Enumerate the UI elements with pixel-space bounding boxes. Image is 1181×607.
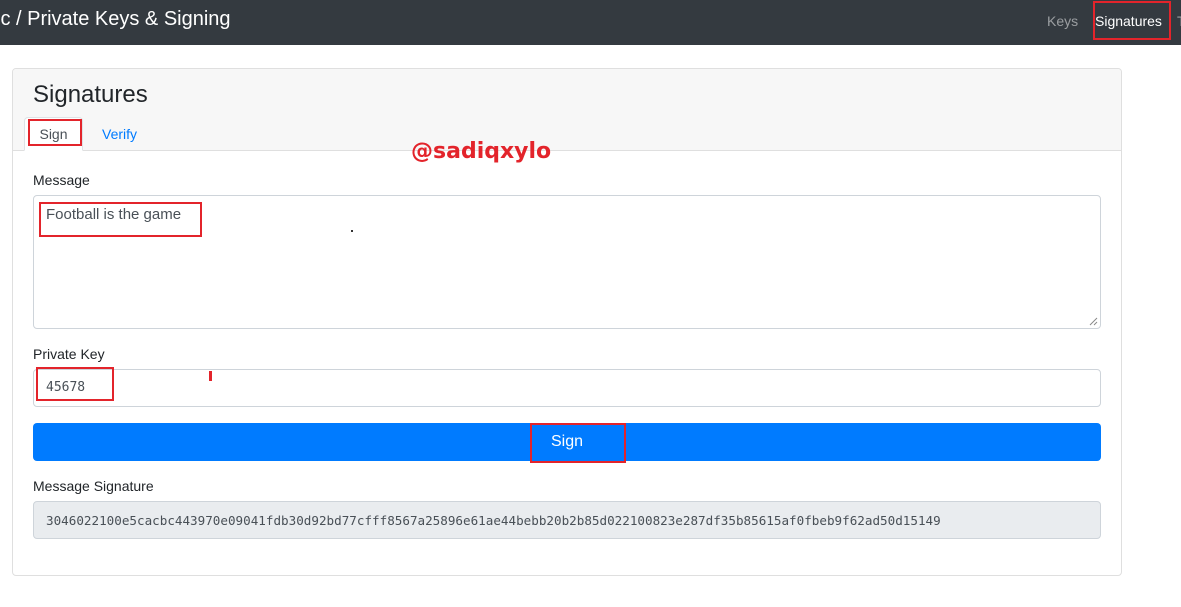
tab-sign[interactable]: Sign <box>24 117 83 151</box>
nav-link-keys[interactable]: Keys <box>1047 13 1078 29</box>
tab-verify[interactable]: Verify <box>102 126 137 142</box>
navbar-brand[interactable]: ic / Private Keys & Signing <box>0 8 231 31</box>
card-header: Signatures Sign Verify <box>13 69 1121 151</box>
private-key-label: Private Key <box>33 346 105 362</box>
signature-text: 3046022100e5cacbc443970e09041fdb30d92bd7… <box>46 513 941 528</box>
page-title: Signatures <box>33 81 148 108</box>
nav-link-signatures[interactable]: Signatures <box>1095 13 1162 29</box>
message-textarea[interactable]: Football is the game <box>33 195 1101 329</box>
nav-link-truncated[interactable]: T <box>1177 13 1181 29</box>
signature-output[interactable]: 3046022100e5cacbc443970e09041fdb30d92bd7… <box>33 501 1101 539</box>
sign-button[interactable]: Sign <box>33 423 1101 461</box>
message-label: Message <box>33 172 90 188</box>
signature-label: Message Signature <box>33 478 154 494</box>
signatures-card: Signatures Sign Verify @sadiqxylo Messag… <box>12 68 1122 576</box>
watermark-text: @sadiqxylo <box>411 139 552 164</box>
private-key-input[interactable]: 45678 <box>33 369 1101 407</box>
resize-handle-icon[interactable] <box>1088 316 1098 326</box>
message-text: Football is the game <box>46 206 182 223</box>
private-key-text: 45678 <box>46 380 86 395</box>
stray-dot <box>351 230 353 232</box>
annotation-mark <box>209 371 212 381</box>
top-navbar: ic / Private Keys & Signing Keys Signatu… <box>0 0 1181 45</box>
